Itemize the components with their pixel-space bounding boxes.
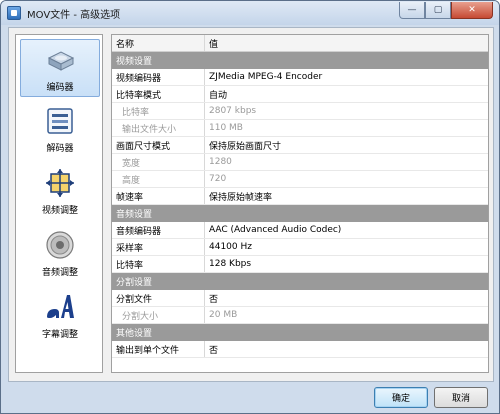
property-name: 分割文件 [112, 290, 205, 306]
property-row[interactable]: 输出到单个文件 否 [112, 341, 488, 358]
ok-button[interactable]: 确定 [374, 387, 428, 408]
category-sidebar: 编码器 解码器 视频调整 音频调整 字幕调整 [15, 34, 103, 373]
property-name: 采样率 [112, 239, 205, 255]
video-adjust-icon [46, 169, 74, 197]
cancel-button[interactable]: 取消 [434, 387, 488, 408]
sidebar-item-label: 编码器 [46, 83, 74, 93]
property-name: 宽度 [112, 154, 205, 170]
audio-adjust-icon [46, 231, 74, 259]
dialog-client-area: 编码器 解码器 视频调整 音频调整 字幕调整 名称 值 视频设置 视频编码器 Z… [8, 27, 494, 382]
sidebar-item-encoder[interactable]: 编码器 [20, 39, 100, 97]
property-name: 输出到单个文件 [112, 341, 205, 357]
property-value[interactable]: 720 [205, 171, 488, 187]
property-value[interactable]: 保持原始帧速率 [205, 188, 488, 204]
property-name: 比特率 [112, 256, 205, 272]
property-row[interactable]: 高度 720 [112, 171, 488, 188]
property-row[interactable]: 画面尺寸模式 保持原始画面尺寸 [112, 137, 488, 154]
cancel-button-label: 取消 [451, 394, 470, 404]
property-value[interactable]: 110 MB [205, 120, 488, 136]
property-value[interactable]: 1280 [205, 154, 488, 170]
column-header-value: 值 [209, 39, 219, 50]
sidebar-item-decoder[interactable]: 解码器 [20, 101, 100, 159]
property-name: 帧速率 [112, 188, 205, 204]
property-value[interactable]: 20 MB [205, 307, 488, 323]
property-value[interactable]: 否 [205, 290, 488, 306]
window-title: MOV文件 - 高级选项 [27, 10, 121, 21]
subtitle-adjust-icon [47, 295, 74, 318]
sidebar-item-subtitle-adjust[interactable]: 字幕调整 [20, 287, 100, 345]
property-row[interactable]: 帧速率 保持原始帧速率 [112, 188, 488, 205]
sidebar-item-label: 视频调整 [41, 206, 78, 216]
property-row[interactable]: 分割大小 20 MB [112, 307, 488, 324]
sidebar-item-label: 音频调整 [41, 268, 78, 278]
property-row[interactable]: 分割文件 否 [112, 290, 488, 307]
category-label: 其他设置 [116, 329, 153, 339]
property-value[interactable]: 否 [205, 341, 488, 357]
sidebar-item-video-adjust[interactable]: 视频调整 [20, 163, 100, 221]
property-name: 分割大小 [112, 307, 205, 323]
property-grid: 名称 值 视频设置 视频编码器 ZJMedia MPEG-4 Encoder 比… [111, 34, 489, 373]
property-name: 比特率 [112, 103, 205, 119]
property-name: 视频编码器 [112, 69, 205, 85]
property-value[interactable]: 自动 [205, 86, 488, 102]
property-name: 输出文件大小 [112, 120, 205, 136]
property-row[interactable]: 输出文件大小 110 MB [112, 120, 488, 137]
property-row[interactable]: 音频编码器 AAC (Advanced Audio Codec) [112, 222, 488, 239]
decoder-icon [47, 108, 73, 134]
property-value[interactable]: 2807 kbps [205, 103, 488, 119]
property-name: 画面尺寸模式 [112, 137, 205, 153]
close-button[interactable]: ✕ [451, 2, 493, 19]
category-row[interactable]: 其他设置 [112, 324, 488, 341]
column-header-name: 名称 [112, 35, 205, 51]
category-row[interactable]: 音频设置 [112, 205, 488, 222]
property-row[interactable]: 比特率 2807 kbps [112, 103, 488, 120]
encoder-icon [47, 51, 75, 71]
category-label: 视频设置 [116, 57, 153, 67]
sidebar-item-label: 解码器 [46, 144, 74, 154]
category-label: 音频设置 [116, 210, 153, 220]
sidebar-item-audio-adjust[interactable]: 音频调整 [20, 225, 100, 283]
property-row[interactable]: 宽度 1280 [112, 154, 488, 171]
category-label: 分割设置 [116, 278, 153, 288]
window-controls: — ▢ ✕ [399, 2, 493, 19]
property-row[interactable]: 比特率 128 Kbps [112, 256, 488, 273]
category-row[interactable]: 分割设置 [112, 273, 488, 290]
title-bar[interactable]: MOV文件 - 高级选项 — ▢ ✕ [1, 1, 499, 25]
sidebar-item-label: 字幕调整 [41, 330, 78, 340]
app-icon [7, 6, 21, 20]
property-row[interactable]: 视频编码器 ZJMedia MPEG-4 Encoder [112, 69, 488, 86]
property-name: 高度 [112, 171, 205, 187]
grid-header-row: 名称 值 [112, 35, 488, 52]
property-value[interactable]: 44100 Hz [205, 239, 488, 255]
property-value[interactable]: ZJMedia MPEG-4 Encoder [205, 69, 488, 85]
property-row[interactable]: 比特率模式 自动 [112, 86, 488, 103]
category-row[interactable]: 视频设置 [112, 52, 488, 69]
maximize-button[interactable]: ▢ [425, 2, 451, 19]
property-value[interactable]: AAC (Advanced Audio Codec) [205, 222, 488, 238]
dialog-button-bar: 确定 取消 [8, 383, 494, 413]
property-name: 比特率模式 [112, 86, 205, 102]
property-value[interactable]: 保持原始画面尺寸 [205, 137, 488, 153]
ok-button-label: 确定 [391, 394, 410, 404]
dialog-window: MOV文件 - 高级选项 — ▢ ✕ 编码器 解码器 视频调整 音频调整 字幕调… [0, 0, 500, 414]
property-value[interactable]: 128 Kbps [205, 256, 488, 272]
property-name: 音频编码器 [112, 222, 205, 238]
property-row[interactable]: 采样率 44100 Hz [112, 239, 488, 256]
minimize-button[interactable]: — [399, 2, 425, 19]
